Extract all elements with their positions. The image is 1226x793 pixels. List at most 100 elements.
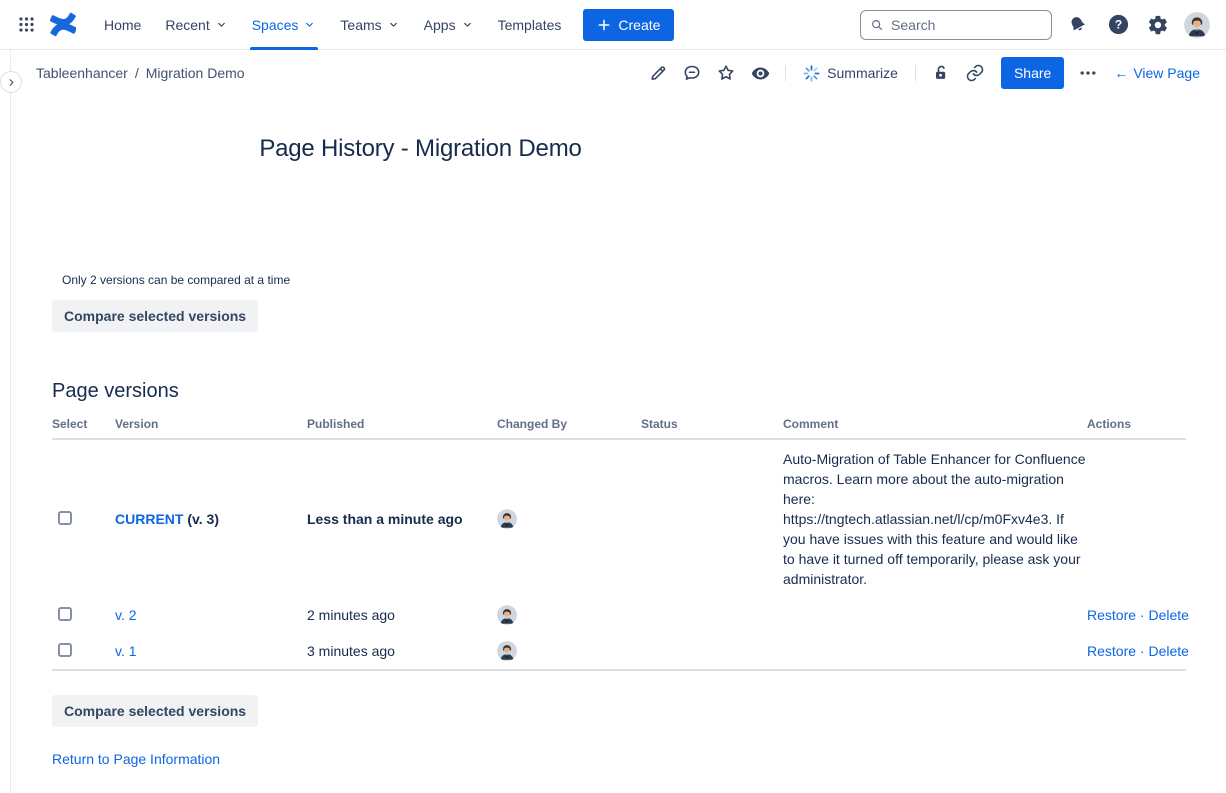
comments-button[interactable] — [676, 58, 708, 88]
column-header-comment: Comment — [783, 417, 1087, 431]
delete-link[interactable]: Delete — [1148, 643, 1188, 659]
version-suffix: (v. 3) — [187, 511, 219, 527]
version-checkbox[interactable] — [58, 607, 72, 621]
create-button-label: Create — [618, 17, 660, 33]
breadcrumb: Tableenhancer / Migration Demo — [36, 65, 245, 81]
bell-icon — [1067, 14, 1089, 36]
more-horizontal-icon — [1078, 63, 1098, 83]
user-avatar[interactable] — [1184, 12, 1210, 38]
nav-item-label: Recent — [165, 17, 209, 33]
summarize-label: Summarize — [827, 65, 898, 81]
app-switcher-button[interactable] — [10, 9, 42, 41]
avatar-photo-icon — [497, 641, 517, 661]
avatar-photo-icon — [497, 605, 517, 625]
version-row: v. 1 3 minutes ago — [52, 633, 1186, 669]
column-header-select: Select — [52, 417, 115, 431]
avatar-photo-icon — [1184, 12, 1210, 38]
help-button[interactable]: ? — [1104, 11, 1132, 39]
changed-by-avatar[interactable] — [497, 641, 517, 661]
versions-table-header: Select Version Published Changed By Stat… — [52, 417, 1186, 440]
version-link[interactable]: v. 2 — [115, 607, 137, 623]
unlock-icon — [931, 63, 951, 83]
return-to-page-information-link[interactable]: Return to Page Information — [52, 751, 220, 767]
nav-item-label: Apps — [424, 17, 456, 33]
view-page-label: View Page — [1133, 65, 1200, 81]
version-checkbox[interactable] — [58, 511, 72, 525]
gear-icon — [1147, 14, 1169, 36]
nav-item-home[interactable]: Home — [92, 0, 153, 50]
version-link[interactable]: v. 1 — [115, 643, 137, 659]
chevron-down-icon — [387, 18, 400, 31]
plus-icon — [597, 18, 611, 32]
page-versions-heading: Page versions — [52, 380, 1226, 403]
app-switcher-grid-icon — [17, 15, 36, 34]
compare-selected-versions-button[interactable]: Compare selected versions — [52, 300, 258, 332]
version-actions: Restore · Delete — [1087, 643, 1186, 659]
versions-table-body: CURRENT (v. 3) Less than a minute ago — [52, 440, 1186, 671]
favorite-button[interactable] — [710, 58, 742, 88]
share-button[interactable]: Share — [1001, 57, 1064, 89]
watch-eye-icon — [750, 63, 771, 84]
nav-item-label: Teams — [340, 17, 381, 33]
changed-by-avatar[interactable] — [497, 509, 517, 529]
breadcrumb-page-link[interactable]: Migration Demo — [146, 65, 245, 81]
version-link[interactable]: CURRENT — [115, 511, 183, 527]
column-header-version: Version — [115, 417, 307, 431]
nav-item-templates[interactable]: Templates — [486, 0, 574, 50]
view-page-link[interactable]: ← View Page — [1114, 65, 1200, 81]
column-header-actions: Actions — [1087, 417, 1186, 431]
settings-button[interactable] — [1144, 11, 1172, 39]
page-title: Page History - Migration Demo — [52, 135, 789, 163]
nav-item-recent[interactable]: Recent — [153, 0, 239, 50]
primary-nav: Home Recent Spaces Teams Apps Templates — [92, 0, 573, 50]
version-row: CURRENT (v. 3) Less than a minute ago — [52, 440, 1186, 597]
nav-item-apps[interactable]: Apps — [412, 0, 486, 50]
more-options-button[interactable] — [1072, 58, 1104, 88]
search-input[interactable] — [891, 17, 1042, 33]
toolbar-divider — [915, 65, 916, 81]
nav-item-label: Templates — [498, 17, 562, 33]
restrictions-button[interactable] — [925, 58, 957, 88]
column-header-changed-by: Changed By — [497, 417, 641, 431]
restore-link[interactable]: Restore — [1087, 607, 1136, 623]
column-header-status: Status — [641, 417, 783, 431]
nav-item-spaces[interactable]: Spaces — [240, 0, 329, 50]
published-cell: 2 minutes ago — [307, 607, 497, 623]
breadcrumb-separator: / — [135, 65, 139, 81]
published-cell: 3 minutes ago — [307, 643, 497, 659]
page-toolbar: Tableenhancer / Migration Demo — [0, 50, 1226, 96]
toolbar-divider — [785, 65, 786, 81]
chevron-down-icon — [461, 18, 474, 31]
restore-link[interactable]: Restore — [1087, 643, 1136, 659]
star-icon — [716, 63, 736, 83]
search-box[interactable] — [860, 10, 1052, 40]
actions-separator: · — [1136, 607, 1148, 623]
version-checkbox[interactable] — [58, 643, 72, 657]
version-actions: Restore · Delete — [1087, 607, 1186, 623]
nav-item-label: Spaces — [252, 17, 299, 33]
top-nav-right: ? — [860, 10, 1210, 40]
changed-by-avatar[interactable] — [497, 605, 517, 625]
confluence-logo-icon — [49, 11, 76, 38]
copy-link-button[interactable] — [959, 58, 991, 88]
pencil-icon — [648, 63, 668, 83]
back-arrow-icon: ← — [1114, 65, 1128, 81]
expand-sidebar-button[interactable] — [0, 71, 22, 93]
edit-button[interactable] — [642, 58, 674, 88]
confluence-home-button[interactable] — [44, 9, 80, 41]
comment-cell: Auto-Migration of Table Enhancer for Con… — [783, 449, 1087, 589]
summarize-button[interactable]: Summarize — [795, 58, 906, 88]
breadcrumb-space-link[interactable]: Tableenhancer — [36, 65, 128, 81]
published-cell: Less than a minute ago — [307, 511, 497, 527]
compare-selected-versions-button-bottom[interactable]: Compare selected versions — [52, 695, 258, 727]
link-icon — [965, 63, 985, 83]
nav-item-teams[interactable]: Teams — [328, 0, 411, 50]
create-button[interactable]: Create — [583, 9, 674, 41]
delete-link[interactable]: Delete — [1148, 607, 1188, 623]
notifications-button[interactable] — [1064, 11, 1092, 39]
version-row: v. 2 2 minutes ago — [52, 597, 1186, 633]
avatar-photo-icon — [497, 509, 517, 529]
watch-button[interactable] — [744, 58, 776, 88]
compare-hint-text: Only 2 versions can be compared at a tim… — [62, 273, 1226, 287]
chevron-down-icon — [303, 18, 316, 31]
